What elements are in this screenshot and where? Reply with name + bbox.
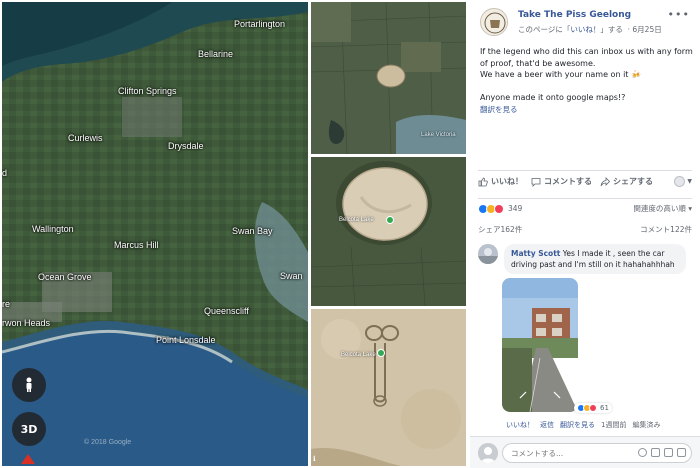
lake-victoria-label: Lake Victoria — [421, 132, 456, 138]
meta-prefix: このページに「 — [518, 25, 571, 34]
like-page-link[interactable]: いいね！ — [570, 25, 600, 34]
map-pin-icon[interactable] — [377, 349, 385, 357]
info-icon[interactable]: ℹ — [313, 455, 316, 463]
post-meta: このページに「いいね！」する · 6月25日 — [518, 25, 662, 34]
comment-author-link[interactable]: Matty Scott — [511, 249, 560, 258]
write-comment-row — [470, 436, 700, 468]
comment-text-line2: driving past and I'm still on it hahahah… — [511, 260, 675, 269]
post-text: If the legend who did this can inbox us … — [480, 46, 694, 104]
map-label-d: d — [2, 168, 8, 178]
comment-reaction-count: 61 — [600, 404, 609, 412]
gif-icon[interactable] — [664, 448, 673, 457]
lake-label-middle: Belcota Lake — [339, 217, 374, 223]
emoji-icon[interactable] — [638, 448, 647, 457]
share-label: シェアする — [613, 177, 653, 186]
comment-count[interactable]: コメント122件 — [640, 224, 692, 235]
comment-button[interactable]: コメントする — [531, 176, 592, 187]
comment-edited-label[interactable]: 編集済み — [632, 420, 660, 430]
compass-icon[interactable] — [21, 454, 35, 464]
map-label-point-lonsdale: Point Lonsdale — [156, 335, 216, 345]
map-label-drysdale: Drysdale — [168, 141, 204, 151]
user-avatar-small — [674, 176, 686, 187]
street-view-pegman-button[interactable] — [12, 368, 46, 402]
map-label-curlewis: Curlewis — [68, 133, 103, 143]
page-name-link[interactable]: Take The Piss Geelong — [518, 10, 631, 20]
comment-input-tools — [638, 448, 686, 457]
map-label-wallington: Wallington — [32, 224, 74, 234]
chevron-down-icon: ▼ — [687, 178, 692, 185]
map-label-clifton-springs: Clifton Springs — [118, 86, 177, 96]
map-watermark: © 2018 Google — [84, 439, 132, 446]
satellite-photo-bottom[interactable]: Belcota Lake ℹ — [311, 309, 466, 466]
post-photo-grid: Portarlington Bellarine Clifton Springs … — [0, 0, 470, 468]
comment-reactions[interactable]: 61 — [574, 403, 612, 413]
more-options-button[interactable]: ••• — [668, 8, 690, 21]
map-label-bellarine: Bellarine — [198, 49, 234, 59]
lake-label-bottom: Belcota Lake — [341, 352, 376, 358]
map-label-marcus-hill: Marcus Hill — [114, 240, 159, 250]
love-reaction-icon — [589, 404, 597, 412]
meta-suffix: 」する — [600, 25, 623, 34]
love-reaction-icon — [494, 203, 504, 214]
share-icon — [600, 176, 610, 186]
map-label-portarlington: Portarlington — [234, 19, 286, 29]
comment-bubble: Matty Scott Yes I made it , seen the car… — [504, 244, 686, 274]
post-line: We have a beer with your name on it 🍻 — [480, 70, 641, 79]
satellite-photo-top[interactable]: Lake Victoria — [311, 2, 466, 154]
map-label-ocean-grove: Ocean Grove — [38, 272, 92, 282]
post-line: Anyone made it onto google maps!? — [480, 93, 626, 102]
comment-actions: いいね！ 返信 翻訳を見る 1週間前 編集済み — [506, 420, 660, 430]
facebook-post-panel: Take The Piss Geelong このページに「いいね！」する · 6… — [470, 0, 700, 468]
my-avatar[interactable] — [478, 443, 498, 463]
comment-like-link[interactable]: いいね！ — [506, 420, 534, 430]
satellite-photo-middle[interactable]: Belcota Lake — [311, 157, 466, 306]
like-button[interactable]: いいね！ — [478, 176, 523, 187]
share-button[interactable]: シェアする — [600, 176, 653, 187]
comment-text-line1: Yes I made it , seen the car — [560, 249, 665, 258]
thumbs-up-icon — [478, 177, 488, 186]
post-date[interactable]: 6月25日 — [632, 25, 661, 34]
3d-toggle-button[interactable]: 3D — [12, 412, 46, 446]
reaction-icons[interactable] — [478, 203, 504, 214]
post-line: If the legend who did this can inbox us … — [480, 47, 693, 56]
map-pin-icon[interactable] — [386, 216, 394, 224]
comment-street-view-photo[interactable] — [502, 278, 578, 412]
share-count[interactable]: シェア162件 — [478, 224, 522, 235]
post-as-selector[interactable]: ▼ — [674, 176, 692, 187]
post-header: Take The Piss Geelong このページに「いいね！」する · 6… — [478, 8, 692, 38]
comment-sort-dropdown[interactable]: 関連度の高い順 ▾ — [633, 203, 692, 214]
map-label-swan: Swan — [280, 271, 303, 281]
main-satellite-photo[interactable]: Portarlington Bellarine Clifton Springs … — [2, 2, 308, 466]
post-line: of proof, that'd be awesome. — [480, 58, 596, 68]
reaction-count[interactable]: 349 — [508, 204, 522, 213]
map-label-barwon-heads: rwon Heads — [2, 318, 51, 328]
comment-time[interactable]: 1週間前 — [601, 420, 626, 430]
like-label: いいね！ — [491, 177, 523, 186]
map-label-re: re — [2, 299, 11, 309]
sticker-icon[interactable] — [677, 448, 686, 457]
camera-icon[interactable] — [651, 448, 660, 457]
comment-label: コメントする — [544, 177, 592, 186]
comment-reply-link[interactable]: 返信 — [540, 420, 554, 430]
map-label-swan-bay: Swan Bay — [232, 226, 273, 236]
commenter-avatar[interactable] — [478, 244, 498, 264]
translate-link[interactable]: 翻訳を見る — [480, 104, 518, 115]
pegman-icon — [26, 377, 32, 392]
post-action-bar: いいね！ コメントする シェアする ▼ — [478, 170, 692, 192]
map-label-queenscliff: Queenscliff — [204, 306, 249, 316]
comment-translate-link[interactable]: 翻訳を見る — [560, 420, 595, 430]
reactions-row: 349 関連度の高い順 ▾ — [478, 198, 692, 214]
page-avatar[interactable] — [480, 8, 508, 36]
share-comment-counts: シェア162件 コメント122件 — [478, 224, 692, 235]
post-line — [480, 81, 694, 93]
comment-icon — [531, 177, 541, 187]
